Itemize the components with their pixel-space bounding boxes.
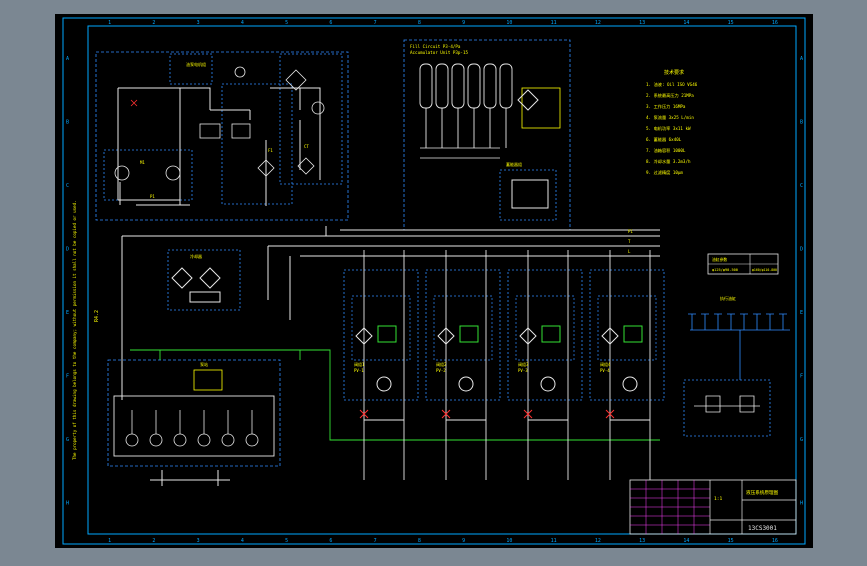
grid-col-label: 5 [285, 538, 288, 544]
grid-col-label: 2 [152, 20, 155, 26]
title-block-scale: 1:1 [714, 496, 723, 502]
circuit-code: PV-1 [354, 368, 364, 373]
grid-col-label: 11 [551, 20, 557, 26]
grid-col-label: 8 [418, 538, 421, 544]
note-line: 7. 油箱容积 1000L [646, 147, 686, 154]
svg-text:P1: P1 [150, 194, 155, 199]
circuit-label: 阀组3 [518, 361, 529, 367]
svg-text:φ125/φ90-500: φ125/φ90-500 [712, 268, 738, 272]
grid-row-label: H [800, 500, 803, 506]
grid-row-label: G [66, 437, 69, 443]
svg-text:CT: CT [304, 144, 309, 149]
grid-col-label: 1 [108, 538, 111, 544]
svg-text:F1: F1 [268, 148, 273, 153]
grid-col-label: 2 [152, 538, 155, 544]
grid-col-label: 9 [462, 20, 465, 26]
circuit-code: PV-3 [518, 368, 528, 373]
grid-col-label: 13 [639, 538, 645, 544]
note-line: 3. 工作压力 16MPa [646, 103, 686, 110]
vertical-note: The property of this drawing belongs to … [72, 200, 77, 460]
grid-col-label: 15 [728, 538, 734, 544]
svg-text:执行油缸: 执行油缸 [720, 295, 736, 301]
grid-row-label: F [66, 373, 69, 379]
circuit-code: PV-4 [600, 368, 610, 373]
note-line: 4. 泵流量 3x25 L/min [646, 114, 694, 121]
pump-unit-label: 泵站 [200, 361, 208, 367]
grid-row-label: A [66, 56, 69, 62]
grid-row-label: C [800, 183, 803, 189]
grid-col-label: 3 [197, 20, 200, 26]
grid-row-label: E [800, 310, 803, 316]
notes-title: 技术要求 [664, 69, 684, 76]
circuit-label: 阀组2 [436, 361, 447, 367]
accumulator-header-sub: Accumulator Unit P3p-15 [410, 50, 468, 55]
grid-col-label: 14 [683, 538, 689, 544]
grid-row-label: B [66, 119, 69, 125]
accumulator-title: 蓄能器组 [506, 161, 522, 167]
grid-col-label: 7 [374, 538, 377, 544]
grid-col-label: 6 [329, 538, 332, 544]
circuit-code: PV-2 [436, 368, 446, 373]
side-code: R4.2 [94, 310, 100, 322]
grid-col-label: 12 [595, 538, 601, 544]
grid-col-label: 14 [683, 20, 689, 26]
grid-row-label: D [66, 246, 69, 252]
grid-row-label: A [800, 56, 803, 62]
grid-col-label: 16 [772, 538, 778, 544]
grid-col-label: 16 [772, 20, 778, 26]
grid-row-label: E [66, 310, 69, 316]
circuit-label: 阀组4 [600, 361, 611, 367]
grid-row-label: C [66, 183, 69, 189]
grid-col-label: 7 [374, 20, 377, 26]
cad-viewer-canvas[interactable]: 1 1 2 2 3 3 4 4 5 5 6 6 7 7 8 8 9 9 10 10 11 11 12 12 13 13 14 14 15… [0, 0, 867, 562]
grid-col-label: 5 [285, 20, 288, 26]
note-line: 8. 冷却水量 3.2m3/h [646, 158, 691, 165]
drawing-sheet [55, 14, 813, 548]
hydraulic-schematic-drawing[interactable]: 1122334455667788991010111112121313141415… [0, 0, 867, 562]
grid-col-label: 1 [108, 20, 111, 26]
accumulator-header: Fill Circuit P3-4/Pa [410, 44, 461, 49]
title-block-company: 液压系统原理图 [746, 489, 779, 496]
grid-col-label: 8 [418, 20, 421, 26]
grid-col-label: 6 [329, 20, 332, 26]
grid-col-label: 9 [462, 538, 465, 544]
svg-text:油缸参数: 油缸参数 [712, 257, 727, 262]
svg-text:油泵电机组: 油泵电机组 [186, 61, 206, 67]
grid-row-label: H [66, 500, 69, 506]
grid-row-label: G [800, 437, 803, 443]
note-line: 1. 油液: Oil ISO VG46 [646, 81, 698, 88]
cooler-label: 冷却器 [190, 253, 202, 259]
grid-col-label: 10 [506, 20, 512, 26]
grid-col-label: 10 [506, 538, 512, 544]
note-line: 9. 过滤精度 10μm [646, 169, 683, 176]
grid-col-label: 4 [241, 20, 244, 26]
grid-col-label: 11 [551, 538, 557, 544]
note-line: 6. 蓄能器 6x40L [646, 136, 682, 143]
note-line: 2. 系统最高压力 21MPa [646, 92, 694, 99]
note-line: 5. 电机功率 3x11 kW [646, 125, 691, 132]
title-block-drawing-no: 13CS3001 [748, 525, 777, 532]
svg-text:M1: M1 [140, 160, 145, 165]
svg-text:P1: P1 [628, 229, 633, 234]
grid-row-label: B [800, 119, 803, 125]
grid-col-label: 15 [728, 20, 734, 26]
svg-text:φ160/φ110-800: φ160/φ110-800 [752, 268, 777, 272]
grid-row-label: D [800, 246, 803, 252]
grid-col-label: 13 [639, 20, 645, 26]
grid-row-label: F [800, 373, 803, 379]
circuit-label: 阀组1 [354, 361, 365, 367]
grid-col-label: 12 [595, 20, 601, 26]
grid-col-label: 4 [241, 538, 244, 544]
grid-col-label: 3 [197, 538, 200, 544]
